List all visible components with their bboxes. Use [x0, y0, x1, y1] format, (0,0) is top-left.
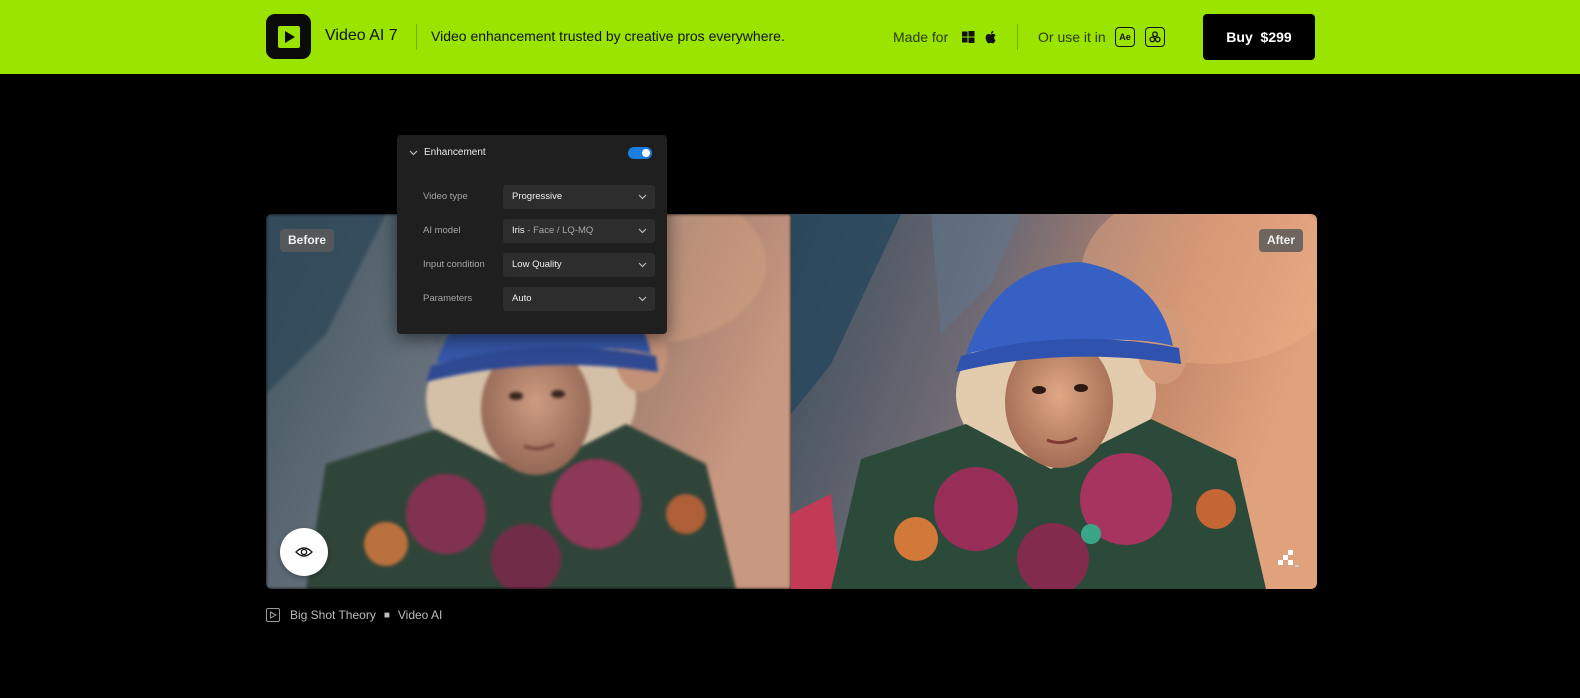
select-value: Auto — [512, 293, 532, 304]
buy-button[interactable]: Buy $299 — [1203, 14, 1315, 60]
select-subvalue: - Face / LQ-MQ — [524, 225, 594, 236]
select-value: Iris — [512, 225, 525, 236]
input-condition-select[interactable]: Low Quality — [503, 253, 655, 277]
windows-icon[interactable] — [960, 29, 976, 45]
panel-title: Enhancement — [424, 147, 486, 158]
divider — [416, 24, 417, 50]
ai-model-select[interactable]: Iris - Face / LQ-MQ — [503, 219, 655, 243]
parameters-label: Parameters — [423, 293, 473, 304]
chevron-down-icon — [638, 296, 647, 302]
input-condition-label: Input condition — [423, 259, 485, 270]
play-icon — [266, 608, 280, 622]
enhancement-panel: Enhancement Video type Progressive AI mo… — [397, 135, 667, 334]
select-value: Low Quality — [512, 259, 562, 270]
before-badge: Before — [280, 229, 335, 252]
chevron-down-icon — [638, 262, 647, 268]
topaz-mark-icon — [1278, 550, 1299, 567]
video-caption: Big Shot Theory ■ Video AI — [266, 608, 442, 622]
panel-header[interactable]: Enhancement — [409, 147, 486, 158]
separator-dot: ■ — [383, 609, 390, 621]
video-type-label: Video type — [423, 191, 468, 202]
price: $299 — [1260, 29, 1292, 45]
tagline: Video enhancement trusted by creative pr… — [431, 28, 785, 44]
top-banner: Video AI 7 Video enhancement trusted by … — [0, 0, 1580, 74]
after-image — [791, 214, 1317, 589]
buy-label: Buy — [1226, 29, 1253, 45]
after-badge: After — [1258, 229, 1303, 252]
select-value: Progressive — [512, 191, 563, 202]
chevron-down-icon — [638, 228, 647, 234]
caption-source[interactable]: Big Shot Theory — [290, 608, 376, 622]
made-for-label: Made for — [893, 29, 949, 45]
eye-icon — [295, 547, 313, 557]
ai-model-label: AI model — [423, 225, 461, 236]
play-logo-icon — [277, 25, 300, 48]
after-effects-icon[interactable]: Ae — [1115, 27, 1135, 47]
caption-product[interactable]: Video AI — [398, 608, 442, 622]
resolve-circles-icon — [1149, 31, 1161, 43]
divider — [1017, 24, 1018, 50]
chevron-down-icon — [638, 194, 647, 200]
toggle-view-button[interactable] — [280, 528, 328, 576]
chevron-down-icon — [409, 150, 418, 155]
app-logo[interactable] — [266, 14, 311, 59]
video-type-select[interactable]: Progressive — [503, 185, 655, 209]
davinci-resolve-icon[interactable] — [1145, 27, 1165, 47]
parameters-select[interactable]: Auto — [503, 287, 655, 311]
app-title: Video AI 7 — [325, 27, 398, 44]
apple-icon[interactable] — [983, 29, 999, 45]
enhancement-toggle[interactable] — [628, 147, 652, 159]
use-in-label: Or use it in — [1038, 29, 1106, 45]
